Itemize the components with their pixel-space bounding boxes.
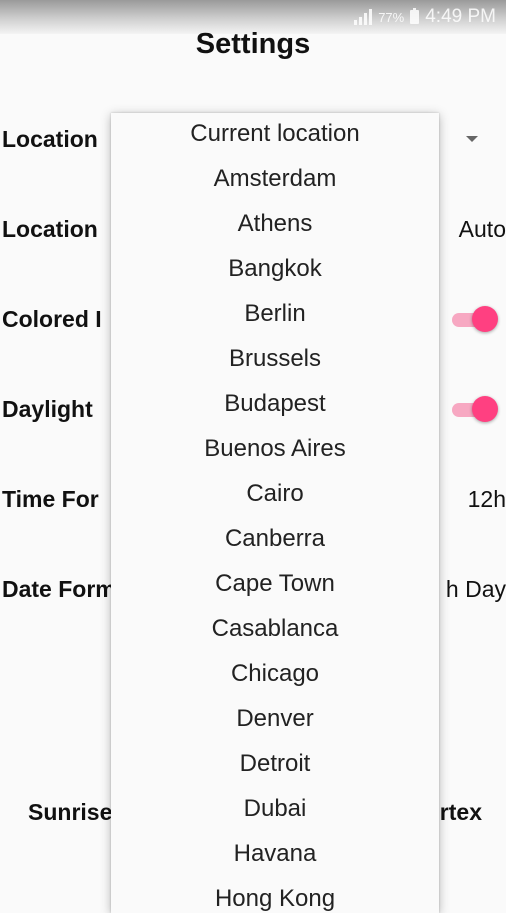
toggle-thumb — [472, 396, 498, 422]
setting-label: Date Form — [2, 576, 116, 602]
footer-right-label[interactable]: rtex — [440, 799, 482, 826]
dropdown-option[interactable]: Havana — [111, 833, 439, 878]
footer-left-label[interactable]: Sunrise — [28, 799, 112, 826]
battery-percent: 77% — [378, 9, 405, 25]
dropdown-option[interactable]: Chicago — [111, 653, 439, 698]
dropdown-option[interactable]: Amsterdam — [111, 158, 439, 203]
dropdown-option[interactable]: Budapest — [111, 383, 439, 428]
dropdown-option[interactable]: Cape Town — [111, 563, 439, 608]
daylight-toggle[interactable] — [452, 396, 498, 422]
dropdown-option[interactable]: Brussels — [111, 338, 439, 383]
dropdown-option[interactable]: Athens — [111, 203, 439, 248]
dropdown-option[interactable]: Current location — [111, 113, 439, 158]
dropdown-option[interactable]: Berlin — [111, 293, 439, 338]
colored-toggle[interactable] — [452, 306, 498, 332]
toggle-thumb — [472, 306, 498, 332]
dropdown-option[interactable]: Denver — [111, 698, 439, 743]
dropdown-option[interactable]: Dubai — [111, 788, 439, 833]
location-dropdown-menu[interactable]: Current location Amsterdam Athens Bangko… — [111, 113, 439, 913]
dropdown-option[interactable]: Hong Kong — [111, 878, 439, 913]
setting-label: Time For — [2, 486, 99, 512]
dropdown-option[interactable]: Detroit — [111, 743, 439, 788]
setting-label: Location — [2, 216, 98, 242]
dropdown-option[interactable]: Bangkok — [111, 248, 439, 293]
battery-icon — [410, 8, 420, 24]
status-indicators: 77% 4:49 PM — [354, 6, 496, 28]
setting-label: Colored I — [2, 306, 102, 332]
dropdown-option[interactable]: Canberra — [111, 518, 439, 563]
setting-value: Auto — [458, 216, 506, 242]
setting-value: h Day — [445, 576, 506, 602]
setting-value: 12h — [467, 486, 506, 512]
status-time: 4:49 PM — [425, 6, 496, 27]
setting-label: Daylight — [2, 396, 93, 422]
signal-icon — [354, 9, 373, 25]
page-title: Settings — [195, 28, 311, 60]
dropdown-option[interactable]: Cairo — [111, 473, 439, 518]
dropdown-option[interactable]: Casablanca — [111, 608, 439, 653]
dropdown-option[interactable]: Buenos Aires — [111, 428, 439, 473]
setting-label: Location — [2, 126, 98, 152]
dropdown-arrow-icon[interactable] — [466, 136, 478, 142]
